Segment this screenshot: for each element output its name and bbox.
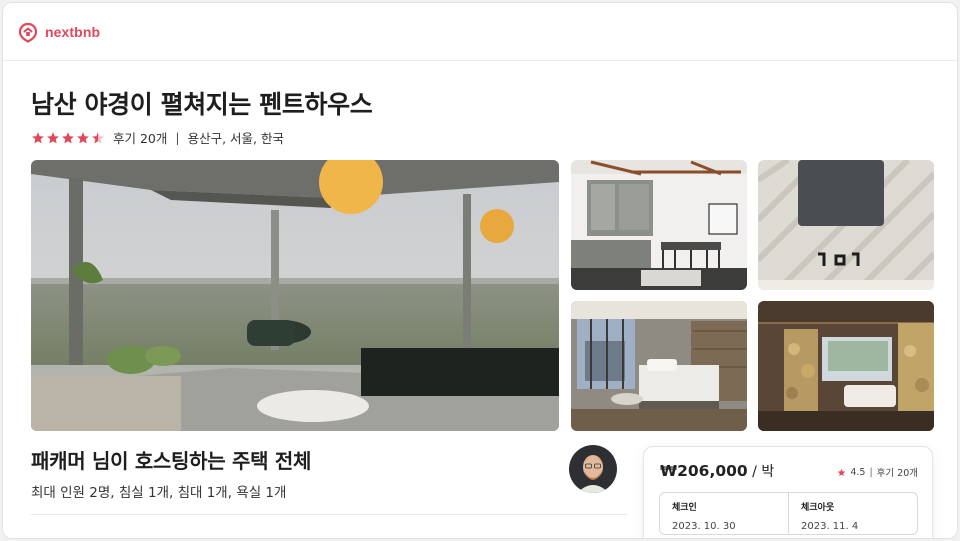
host-title: 패캐머 님이 호스팅하는 주택 전체 — [31, 449, 312, 473]
booking-rating: 4.5 | 후기 20개 — [837, 465, 918, 479]
listing-title: 남산 야경이 펼쳐지는 펜트하우스 — [31, 90, 373, 119]
section-divider — [31, 514, 627, 515]
price-unit: / 박 — [747, 464, 775, 480]
brand-name: nextbnb — [45, 23, 101, 40]
price-amount: ₩206,000 — [660, 462, 748, 480]
checkin-date: 2023. 10. 30 — [672, 521, 736, 532]
brand-logo[interactable]: nextbnb — [17, 21, 100, 43]
top-navbar: nextbnb — [3, 3, 957, 61]
booking-rating-value: 4.5 — [850, 466, 866, 478]
review-count[interactable]: 후기 20개 — [113, 128, 167, 147]
page-frame: nextbnb 남산 야경이 펼쳐지는 펜트하우스 후기 20개 | 용산구, … — [2, 2, 958, 539]
checkout-label: 체크아웃 — [801, 503, 835, 513]
listing-location[interactable]: 용산구, 서울, 한국 — [188, 128, 284, 147]
star-icon — [838, 468, 846, 476]
checkin-label: 체크인 — [672, 503, 697, 513]
gallery-photo-stone-bath[interactable] — [758, 301, 934, 431]
logo-icon — [18, 22, 38, 43]
gallery-photo-main[interactable] — [31, 160, 559, 431]
star-icon — [32, 131, 44, 143]
date-picker: 체크인 2023. 10. 30 체크아웃 2023. 11. 4 — [659, 492, 918, 535]
nightly-price: ₩206,000 / 박 — [660, 461, 774, 481]
booking-card: ₩206,000 / 박 4.5 | 후기 20개 체크인 2023. 10. … — [643, 446, 933, 538]
star-icon — [77, 131, 89, 143]
host-avatar[interactable] — [569, 445, 617, 493]
checkout-field[interactable]: 체크아웃 2023. 11. 4 — [788, 493, 917, 534]
checkin-field[interactable]: 체크인 2023. 10. 30 — [660, 493, 788, 534]
listing-capacity: 최대 인원 2명, 침실 1개, 침대 1개, 욕실 1개 — [31, 485, 287, 501]
gallery-photo-bath-sink[interactable] — [758, 160, 934, 290]
rating-stars — [31, 131, 105, 145]
half-star-icon — [92, 131, 104, 143]
star-icon — [47, 131, 59, 143]
meta-divider: | — [175, 130, 180, 145]
booking-review-count[interactable]: 후기 20개 — [877, 465, 918, 479]
checkout-date: 2023. 11. 4 — [801, 521, 859, 532]
listing-meta: 후기 20개 | 용산구, 서울, 한국 — [31, 128, 284, 147]
gallery-photo-kitchen[interactable] — [571, 160, 747, 290]
booking-divider: | — [869, 466, 873, 478]
gallery-photo-bedroom[interactable] — [571, 301, 747, 431]
star-icon — [62, 131, 74, 143]
